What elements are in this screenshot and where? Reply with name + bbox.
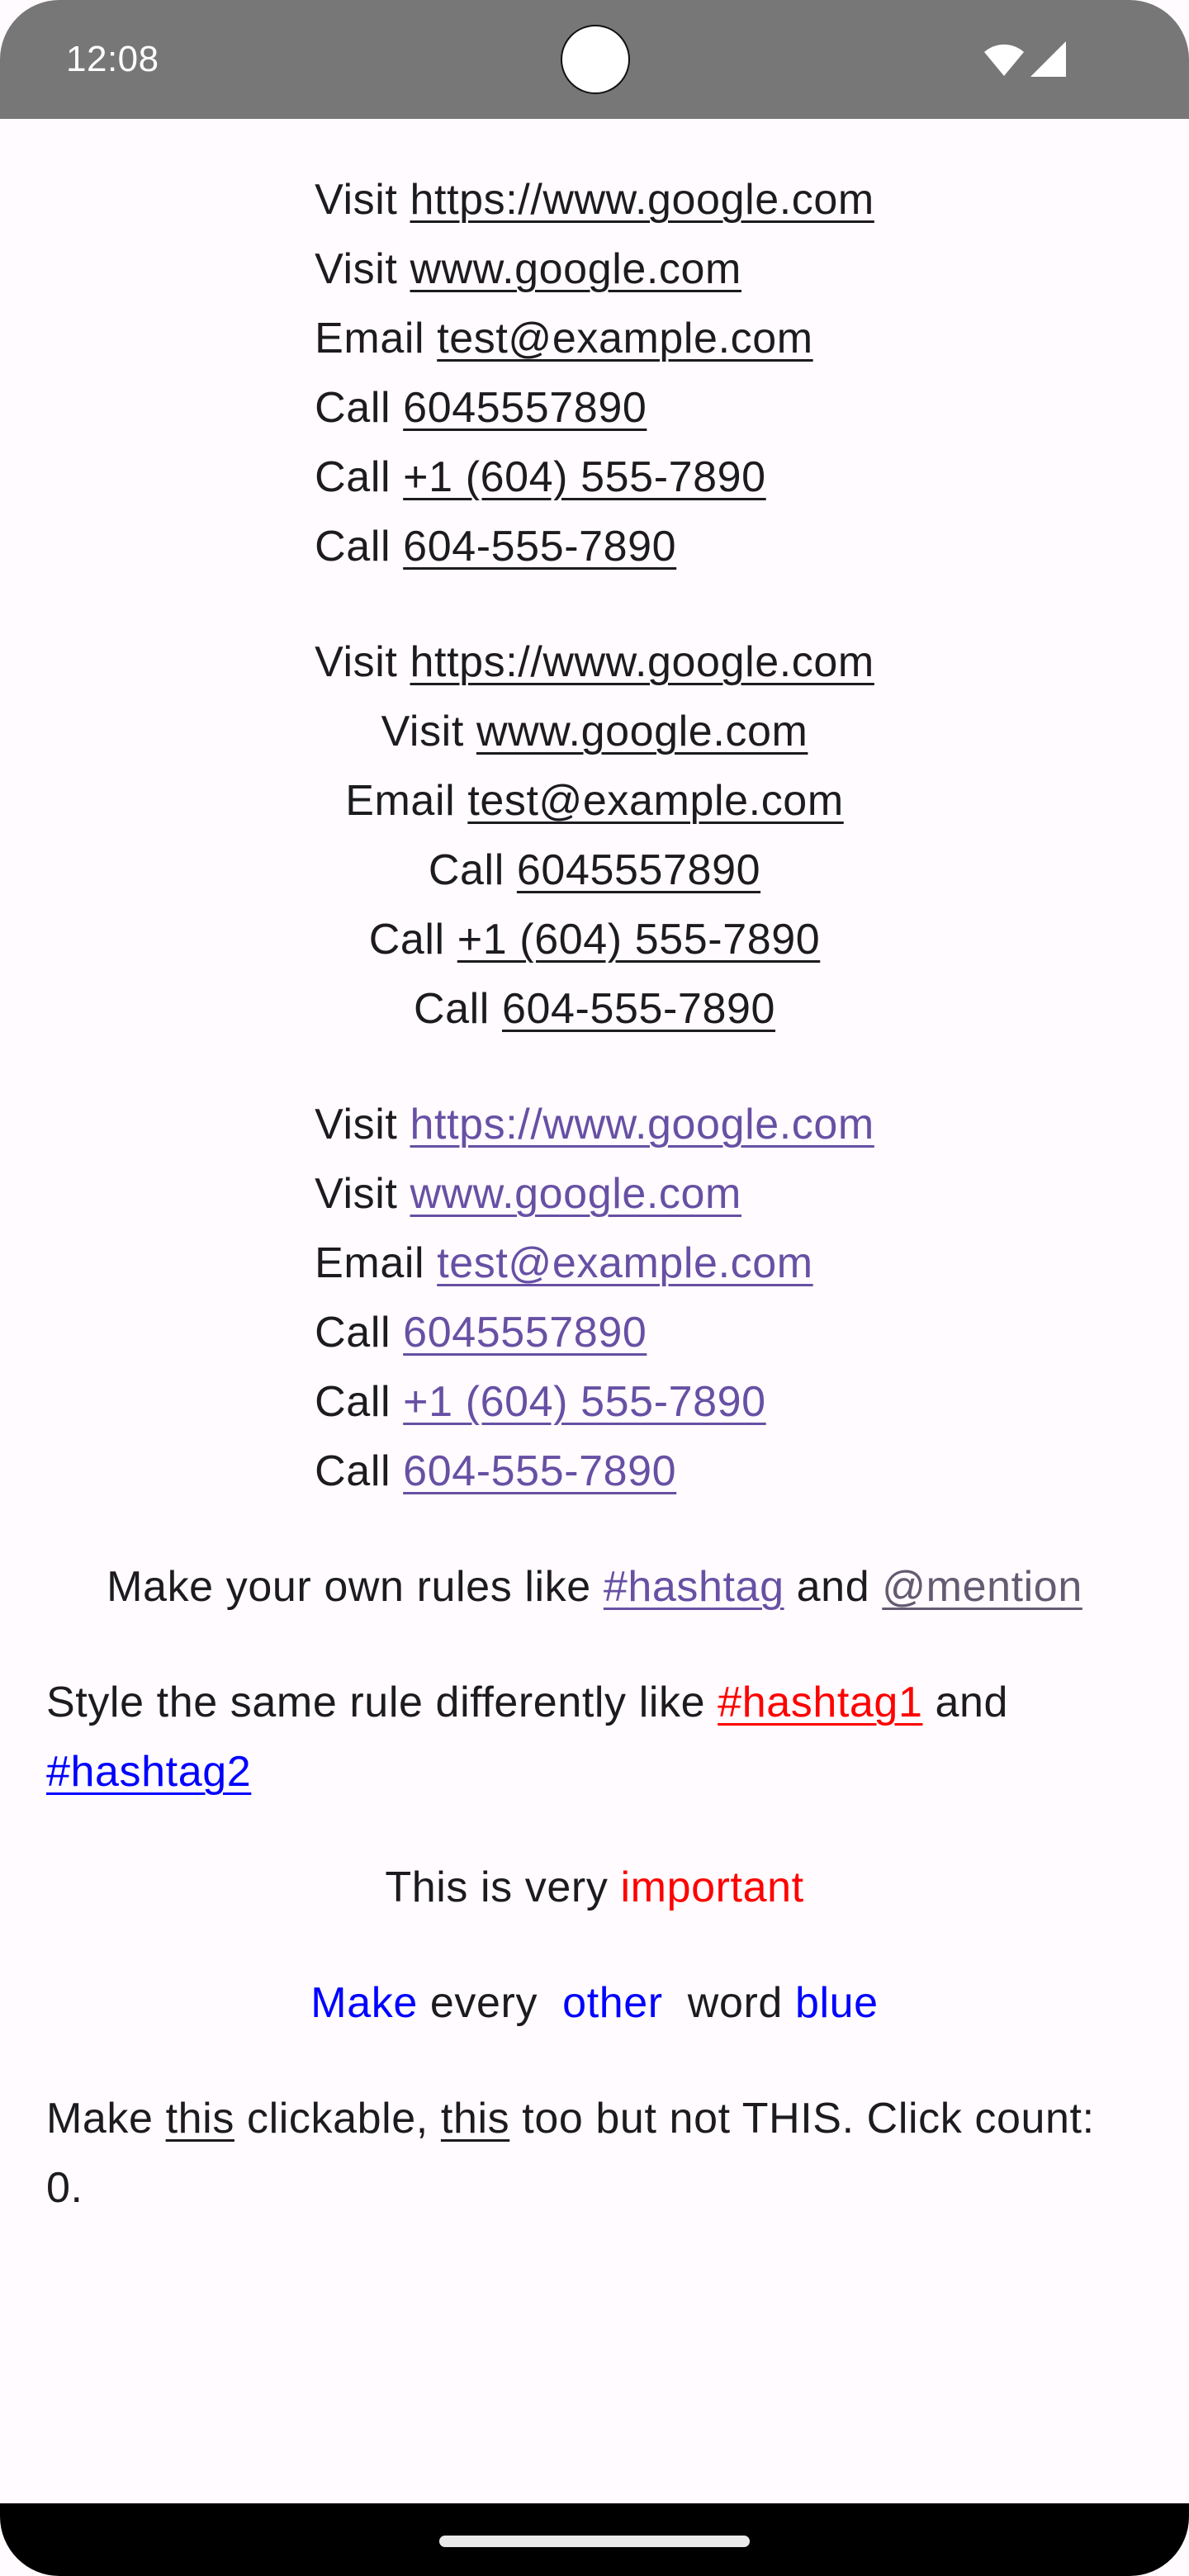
link-line: Call 6045557890 xyxy=(315,1298,874,1367)
line-prefix: Visit xyxy=(315,245,410,293)
link-line: Email test@example.com xyxy=(315,304,874,373)
line-prefix: Visit xyxy=(315,638,410,686)
clickable-text: Make this clickable, this too but not TH… xyxy=(0,2084,1189,2223)
url-link[interactable]: https://www.google.com xyxy=(410,638,874,686)
line-prefix: Call xyxy=(315,1447,404,1495)
text-segment: Style the same rule differently like xyxy=(46,1679,718,1726)
url-link[interactable]: www.google.com xyxy=(410,245,741,293)
hashtag2-link[interactable]: #hashtag2 xyxy=(46,1748,251,1796)
link-line: Visit https://www.google.com xyxy=(315,1090,874,1159)
clickable-this-link-2[interactable]: this xyxy=(441,2095,509,2143)
phone-link[interactable]: 6045557890 xyxy=(517,846,760,894)
line-prefix: Call xyxy=(315,453,404,501)
every-other-word-text: Make every other word blue xyxy=(0,1968,1189,2038)
line-prefix: Email xyxy=(315,1239,438,1287)
text-segment: and xyxy=(922,1679,1009,1726)
important-text: This is very important xyxy=(0,1853,1189,1922)
link-line: Visit www.google.com xyxy=(315,234,874,304)
phone-link[interactable]: 604-555-7890 xyxy=(502,985,775,1033)
link-line: Email test@example.com xyxy=(315,1229,874,1298)
text-segment: . xyxy=(70,2164,83,2212)
wifi-icon xyxy=(984,44,1024,76)
plain-word: word xyxy=(662,1979,795,2027)
phone-link[interactable]: +1 (604) 555-7890 xyxy=(403,453,766,501)
line-prefix: Call xyxy=(315,523,404,571)
line-prefix: Visit xyxy=(315,1101,410,1148)
link-line: Call 604-555-7890 xyxy=(315,1437,874,1506)
link-line: Call 6045557890 xyxy=(0,836,1189,905)
text-segment: Make your own rules like xyxy=(107,1563,604,1611)
url-link[interactable]: www.google.com xyxy=(410,1170,741,1218)
phone-link[interactable]: +1 (604) 555-7890 xyxy=(403,1378,766,1426)
link-line: Visit www.google.com xyxy=(315,1159,874,1229)
blue-word: Make xyxy=(310,1979,418,2027)
link-line: Visit www.google.com xyxy=(0,697,1189,766)
link-line: Visit https://www.google.com xyxy=(0,627,1189,697)
line-prefix: Visit xyxy=(381,708,476,755)
status-time: 12:08 xyxy=(66,39,159,79)
line-prefix: Call xyxy=(315,1309,404,1357)
line-prefix: Call xyxy=(368,916,457,964)
content: Visit https://www.google.com Visit www.g… xyxy=(0,119,1189,2269)
text-segment: too but not THIS. Click count: xyxy=(509,2095,1095,2143)
phone-link[interactable]: 604-555-7890 xyxy=(403,1447,676,1495)
link-line: Call 604-555-7890 xyxy=(315,512,874,581)
phone-link[interactable]: 604-555-7890 xyxy=(403,523,676,571)
text-segment: and xyxy=(784,1563,883,1611)
home-indicator[interactable] xyxy=(439,2536,750,2547)
phone-link[interactable]: 6045557890 xyxy=(403,1309,647,1357)
click-count: 0 xyxy=(46,2164,71,2212)
plain-word: every xyxy=(417,1979,563,2027)
important-highlight: important xyxy=(620,1863,804,1911)
line-prefix: Visit xyxy=(315,176,410,224)
url-link[interactable]: https://www.google.com xyxy=(410,1101,874,1148)
camera-cutout xyxy=(561,25,630,94)
app-screen: 12:08 Visit https://www.google.com Visit… xyxy=(0,0,1189,2576)
text-segment: This is very xyxy=(385,1863,621,1911)
url-link[interactable]: www.google.com xyxy=(476,708,808,755)
line-prefix: Call xyxy=(315,1378,404,1426)
hashtag1-link[interactable]: #hashtag1 xyxy=(718,1679,922,1726)
hashtag-link[interactable]: #hashtag xyxy=(604,1563,784,1611)
email-link[interactable]: test@example.com xyxy=(437,315,812,362)
custom-rules-text: Make your own rules like #hashtag and @m… xyxy=(0,1552,1189,1622)
blue-word: other xyxy=(562,1979,663,2027)
url-link[interactable]: https://www.google.com xyxy=(410,176,874,224)
text-segment: Make xyxy=(46,2095,166,2143)
line-prefix: Email xyxy=(345,777,468,825)
links-block-center: Visit https://www.google.com Visit www.g… xyxy=(0,627,1189,1044)
clickable-this-link-1[interactable]: this xyxy=(166,2095,234,2143)
phone-link[interactable]: 6045557890 xyxy=(403,384,647,432)
link-line: Call 6045557890 xyxy=(315,373,874,443)
status-icons xyxy=(983,41,1067,78)
text-segment: clickable, xyxy=(234,2095,441,2143)
link-line: Visit https://www.google.com xyxy=(315,165,874,234)
navigation-bar xyxy=(0,2503,1189,2576)
links-block-left: Visit https://www.google.com Visit www.g… xyxy=(315,165,874,581)
blue-word: blue xyxy=(794,1979,879,2027)
link-line: Email test@example.com xyxy=(0,766,1189,836)
signal-icon xyxy=(1030,41,1066,77)
links-block-styled: Visit https://www.google.com Visit www.g… xyxy=(315,1090,874,1506)
styled-rules-text: Style the same rule differently like #ha… xyxy=(0,1668,1189,1807)
line-prefix: Email xyxy=(315,315,438,362)
line-prefix: Call xyxy=(315,384,404,432)
status-bar: 12:08 xyxy=(0,0,1189,119)
email-link[interactable]: test@example.com xyxy=(467,777,843,825)
link-line: Call +1 (604) 555-7890 xyxy=(315,443,874,512)
link-line: Call +1 (604) 555-7890 xyxy=(315,1367,874,1437)
line-prefix: Visit xyxy=(315,1170,410,1218)
email-link[interactable]: test@example.com xyxy=(437,1239,812,1287)
link-line: Call +1 (604) 555-7890 xyxy=(0,905,1189,974)
phone-link[interactable]: +1 (604) 555-7890 xyxy=(457,916,821,964)
line-prefix: Call xyxy=(413,985,502,1033)
mention-link[interactable]: @mention xyxy=(882,1563,1082,1611)
link-line: Call 604-555-7890 xyxy=(0,974,1189,1044)
line-prefix: Call xyxy=(428,846,517,894)
